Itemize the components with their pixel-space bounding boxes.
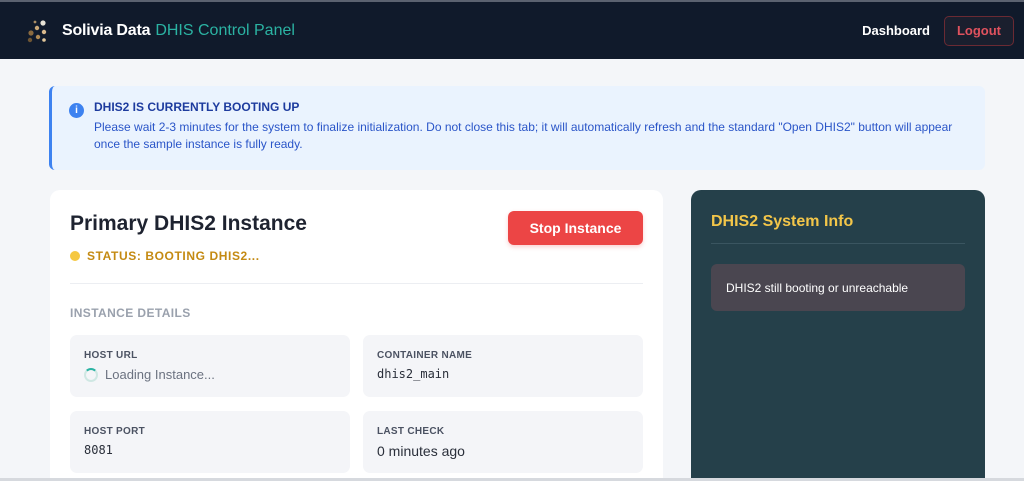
container-name-value: dhis2_main [377,367,450,381]
system-info-panel: DHIS2 System Info DHIS2 still booting or… [691,190,985,481]
status-dot-icon [70,251,80,261]
host-url-loading-text: Loading Instance... [105,367,215,382]
dashboard-link[interactable]: Dashboard [862,23,930,38]
host-url-tile: HOST URL Loading Instance... [70,335,350,397]
alert-message: Please wait 2-3 minutes for the system t… [94,120,953,151]
container-name-tile: CONTAINER NAME dhis2_main [363,335,643,397]
last-check-tile: LAST CHECK 0 minutes ago [363,411,643,473]
instance-details-heading: INSTANCE DETAILS [70,306,191,320]
system-info-message: DHIS2 still booting or unreachable [711,264,965,311]
host-url-value: Loading Instance... [84,367,336,382]
host-port-label: HOST PORT [84,426,146,437]
container-name-label: CONTAINER NAME [377,350,473,361]
status-text: STATUS: BOOTING DHIS2... [87,249,260,263]
host-port-tile: HOST PORT 8081 [70,411,350,473]
alert-title: DHIS2 IS CURRENTLY BOOTING UP [94,100,300,114]
brand-subtitle: DHIS Control Panel [155,21,295,39]
instance-status: STATUS: BOOTING DHIS2... [70,249,643,263]
top-navbar: Solivia Data DHIS Control Panel Dashboar… [0,0,1024,59]
last-check-value: 0 minutes ago [377,443,465,459]
booting-alert: i DHIS2 IS CURRENTLY BOOTING UP Please w… [49,86,985,170]
nav-actions: Dashboard Logout [862,15,1014,46]
host-port-value: 8081 [84,443,113,457]
molecule-logo-icon [27,19,47,42]
logout-button[interactable]: Logout [944,15,1014,46]
system-info-title: DHIS2 System Info [711,190,965,244]
host-url-label: HOST URL [84,350,138,361]
stop-instance-button[interactable]: Stop Instance [508,211,643,245]
last-check-label: LAST CHECK [377,426,445,437]
brand[interactable]: Solivia Data DHIS Control Panel [26,19,295,43]
info-icon: i [69,103,84,118]
instance-card: Primary DHIS2 Instance STATUS: BOOTING D… [50,190,663,481]
brand-name: Solivia Data [62,21,151,39]
loading-spinner-icon [84,367,98,382]
divider [70,283,643,284]
